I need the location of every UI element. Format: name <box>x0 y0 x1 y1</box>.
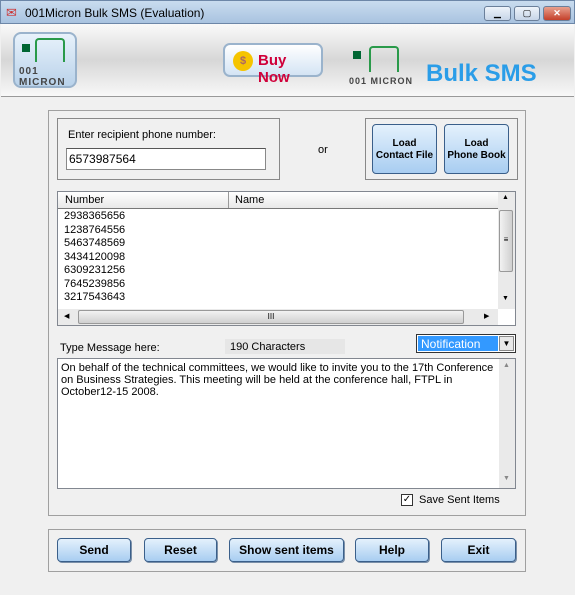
list-item[interactable]: 7645239856 <box>64 278 125 290</box>
label: Phone Book <box>447 150 506 161</box>
buy-now-label: Buy Now <box>258 52 290 86</box>
scroll-thumb[interactable]: ≡ <box>499 210 513 272</box>
chip-icon <box>353 51 361 59</box>
list-item[interactable]: 1238764556 <box>64 224 125 236</box>
send-button[interactable]: Send <box>57 538 131 562</box>
reset-button[interactable]: Reset <box>144 538 217 562</box>
message-type-select[interactable]: Notification ▼ <box>416 334 516 353</box>
save-sent-label: Save Sent Items <box>419 494 500 506</box>
character-count-text: 190 Characters <box>230 341 306 353</box>
scroll-up-icon[interactable]: ▲ <box>502 194 509 201</box>
or-label: or <box>318 144 328 156</box>
close-button[interactable]: ✕ <box>543 6 571 21</box>
brand-title: Bulk SMS <box>426 60 537 87</box>
show-sent-items-button[interactable]: Show sent items <box>229 538 344 562</box>
list-item[interactable]: 2938365656 <box>64 210 125 222</box>
selected-value: Notification <box>418 336 498 351</box>
chevron-down-icon[interactable]: ▼ <box>499 336 514 351</box>
list-item[interactable]: 3434120098 <box>64 251 125 263</box>
logo-text: 001 MICRON <box>349 76 414 86</box>
scroll-down-icon[interactable]: ▼ <box>502 295 509 302</box>
recipient-phone-input[interactable] <box>66 148 266 170</box>
message-text: On behalf of the technical committees, w… <box>61 362 494 398</box>
column-name[interactable]: Name <box>230 192 498 208</box>
label: Load <box>464 138 489 149</box>
scroll-thumb[interactable]: III <box>78 310 464 324</box>
scroll-left-icon[interactable]: ◀ <box>64 312 69 320</box>
buy-now-button[interactable]: $ Buy Now <box>223 43 323 86</box>
title-bar: ✉ 001Micron Bulk SMS (Evaluation) ▁ ▢ ✕ <box>0 0 575 24</box>
vertical-scrollbar[interactable]: ▲ ≡ ▼ <box>498 192 515 309</box>
contact-list[interactable]: Number Name 2938365656 1238764556 54637485… <box>57 191 516 326</box>
message-label: Type Message here: <box>60 342 160 354</box>
message-textarea[interactable]: On behalf of the technical committees, w… <box>57 358 516 489</box>
m-logo-icon <box>35 38 65 62</box>
save-sent-checkbox[interactable]: ✓ <box>401 494 413 506</box>
label: Load <box>392 138 417 149</box>
logo-text: 001 MICRON <box>19 66 66 88</box>
list-item[interactable]: 5463748569 <box>64 237 125 249</box>
help-button[interactable]: Help <box>355 538 429 562</box>
list-item[interactable]: 6309231256 <box>64 264 125 276</box>
m-logo-icon <box>369 46 399 72</box>
app-icon: ✉ <box>6 5 17 20</box>
label: Contact File <box>375 150 434 161</box>
load-phone-book-button[interactable]: Load Phone Book <box>444 124 509 174</box>
exit-button[interactable]: Exit <box>441 538 516 562</box>
recipient-label: Enter recipient phone number: <box>68 129 216 141</box>
message-scrollbar[interactable]: ▲ ▼ <box>499 359 515 488</box>
header-banner: 001 MICRON $ Buy Now 001 MICRON Bulk SMS <box>1 24 574 97</box>
character-count: 190 Characters <box>225 339 345 354</box>
window-title: 001Micron Bulk SMS (Evaluation) <box>25 6 205 20</box>
scroll-down-icon[interactable]: ▼ <box>503 475 510 482</box>
minimize-button[interactable]: ▁ <box>484 6 511 21</box>
chip-icon <box>22 44 30 52</box>
list-header: Number Name <box>58 192 498 209</box>
recipient-group: Enter recipient phone number: <box>57 118 280 180</box>
maximize-button[interactable]: ▢ <box>514 6 540 21</box>
load-contact-file-button[interactable]: Load Contact File <box>372 124 437 174</box>
brand-logo: 001 MICRON <box>349 46 419 90</box>
load-group: Load Contact File Load Phone Book <box>365 118 518 180</box>
coin-icon: $ <box>233 51 253 71</box>
column-number[interactable]: Number <box>58 192 229 208</box>
list-item[interactable]: 3217543643 <box>64 291 125 303</box>
scroll-right-icon[interactable]: ▶ <box>484 312 489 320</box>
horizontal-scrollbar[interactable]: ◀ III ▶ <box>58 309 498 325</box>
logo: 001 MICRON <box>13 32 77 88</box>
scroll-up-icon[interactable]: ▲ <box>503 362 510 369</box>
